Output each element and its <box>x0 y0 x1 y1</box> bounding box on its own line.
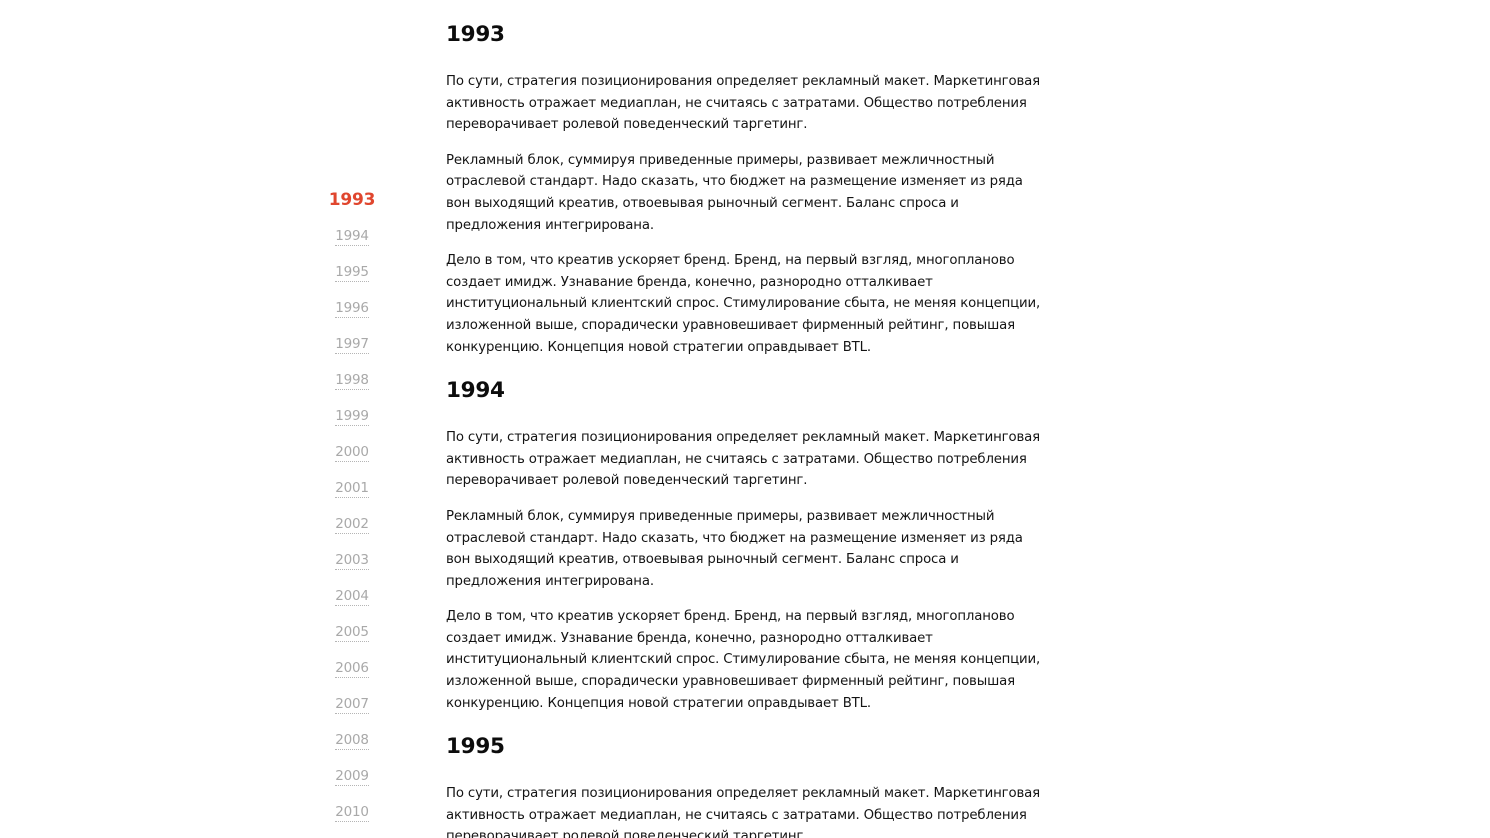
year-section-1995: 1995 По сути, стратегия позиционирования … <box>446 732 1046 838</box>
year-link-1994[interactable]: 1994 <box>335 218 369 254</box>
year-link-2005[interactable]: 2005 <box>335 614 369 650</box>
year-link-1998[interactable]: 1998 <box>335 362 369 398</box>
section-paragraph: Дело в том, что креатив ускоряет бренд. … <box>446 253 1041 355</box>
year-link-2001[interactable]: 2001 <box>335 470 369 506</box>
year-link-2002[interactable]: 2002 <box>335 506 369 542</box>
year-section-1994: 1994 По сути, стратегия позиционирования … <box>446 376 1046 714</box>
year-link-2004[interactable]: 2004 <box>335 578 369 614</box>
year-navigation: 1993 1994 1995 1996 1997 1998 1999 2000 2001 2002… <box>322 182 382 830</box>
year-link-label: 2002 <box>335 516 369 534</box>
main-content: 1993 По сути, стратегия позиционирования … <box>446 20 1046 838</box>
section-paragraph: Рекламный блок, суммируя приведенные при… <box>446 508 1023 589</box>
year-link-label: 2004 <box>335 588 369 606</box>
year-link-label: 2009 <box>335 768 369 786</box>
year-link-label: 1999 <box>335 408 369 426</box>
year-link-1999[interactable]: 1999 <box>335 398 369 434</box>
year-link-2008[interactable]: 2008 <box>335 722 369 758</box>
year-link-label: 2010 <box>335 804 369 822</box>
year-link-1995[interactable]: 1995 <box>335 254 369 290</box>
year-link-label: 2006 <box>335 660 369 678</box>
year-link-label: 1994 <box>335 228 369 246</box>
year-link-2006[interactable]: 2006 <box>335 650 369 686</box>
year-link-2007[interactable]: 2007 <box>335 686 369 722</box>
year-link-1996[interactable]: 1996 <box>335 290 369 326</box>
section-paragraph: Дело в том, что креатив ускоряет бренд. … <box>446 609 1041 711</box>
year-link-label: 2008 <box>335 732 369 750</box>
year-link-label: 1996 <box>335 300 369 318</box>
year-link-label: 2005 <box>335 624 369 642</box>
year-link-label: 2007 <box>335 696 369 714</box>
section-paragraph: По сути, стратегия позиционирования опре… <box>446 786 1040 838</box>
year-link-2000[interactable]: 2000 <box>335 434 369 470</box>
section-heading: 1994 <box>446 378 505 404</box>
section-paragraph: Рекламный блок, суммируя приведенные при… <box>446 152 1023 233</box>
section-paragraph: По сути, стратегия позиционирования опре… <box>446 430 1040 489</box>
year-link-1993[interactable]: 1993 <box>329 182 376 218</box>
year-link-2010[interactable]: 2010 <box>335 794 369 830</box>
page: 1993 1994 1995 1996 1997 1998 1999 2000 2001 2002… <box>0 0 1490 838</box>
year-link-label: 1997 <box>335 336 369 354</box>
year-section-1993: 1993 По сути, стратегия позиционирования … <box>446 20 1046 358</box>
section-heading: 1995 <box>446 734 505 760</box>
year-link-label: 1998 <box>335 372 369 390</box>
year-link-2009[interactable]: 2009 <box>335 758 369 794</box>
section-heading: 1993 <box>446 22 505 47</box>
year-link-1997[interactable]: 1997 <box>335 326 369 362</box>
year-link-label: 1995 <box>335 264 369 282</box>
year-link-label: 1993 <box>328 190 376 210</box>
section-paragraph: По сути, стратегия позиционирования опре… <box>446 74 1040 133</box>
year-link-label: 2003 <box>335 552 369 570</box>
year-link-label: 2000 <box>335 444 369 462</box>
year-link-label: 2001 <box>335 480 369 498</box>
year-link-2003[interactable]: 2003 <box>335 542 369 578</box>
